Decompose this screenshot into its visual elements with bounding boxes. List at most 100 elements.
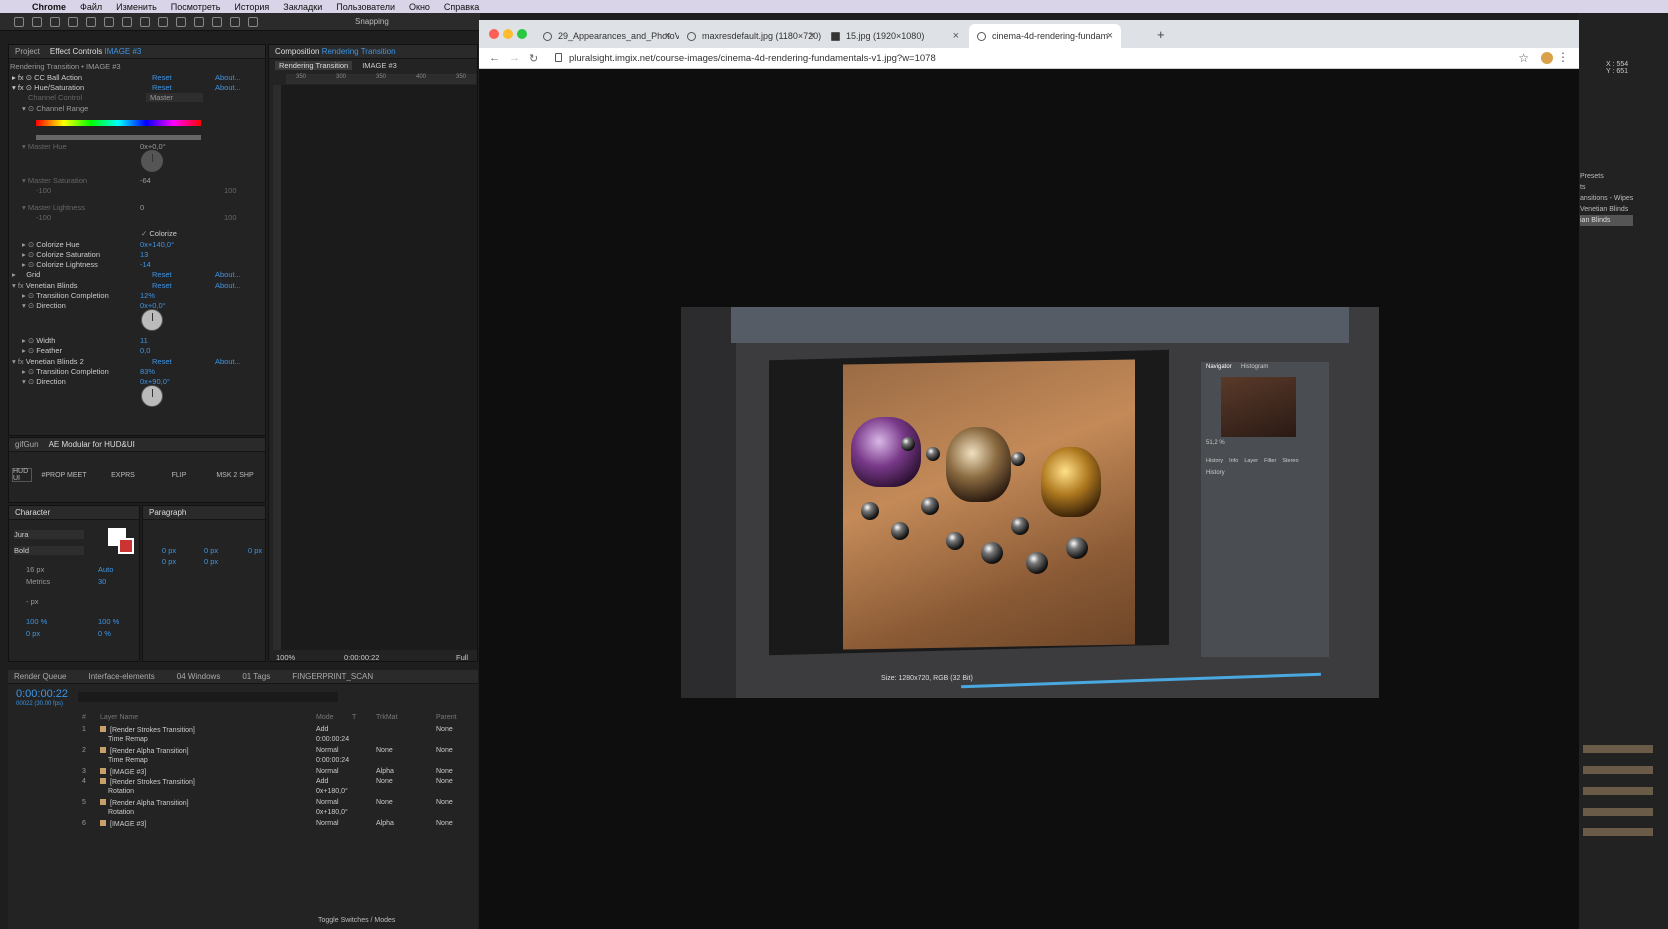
- menu-item-help[interactable]: Справка: [444, 2, 479, 12]
- vb-width-value[interactable]: 11: [140, 336, 148, 345]
- timeline-layer-bar[interactable]: [1583, 766, 1653, 774]
- tab-effect-controls[interactable]: Effect Controls IMAGE #3: [50, 47, 141, 56]
- pan-tool-icon[interactable]: [104, 17, 114, 27]
- reset-link[interactable]: Reset: [152, 73, 172, 82]
- timeline-layer-bar[interactable]: [1583, 787, 1653, 795]
- colorize-hue-value[interactable]: 0x+140,0°: [140, 240, 174, 249]
- tab-composition[interactable]: Composition Rendering Transition: [275, 47, 396, 56]
- font-family-select[interactable]: Jura: [14, 530, 84, 539]
- menu-kebab-icon[interactable]: ⋮: [1557, 50, 1569, 64]
- close-tab-icon[interactable]: ×: [665, 30, 671, 42]
- forward-arrow-icon[interactable]: →: [509, 52, 520, 64]
- tab-fingerprint-scan[interactable]: FINGERPRINT_SCAN: [292, 672, 373, 681]
- effect-venetian-blinds-2[interactable]: ▾ fx Venetian Blinds 2 Reset About...: [12, 357, 262, 366]
- vb2-transition-completion-value[interactable]: 83%: [140, 367, 155, 376]
- tab-paragraph[interactable]: Paragraph: [149, 508, 186, 517]
- menu-item-history[interactable]: История: [234, 2, 269, 12]
- lock-icon[interactable]: [555, 53, 562, 62]
- menu-item-window[interactable]: Окно: [409, 2, 430, 12]
- browser-tab-3[interactable]: 15.jpg (1920×1080) ×: [823, 24, 967, 48]
- menu-item-edit[interactable]: Изменить: [116, 2, 157, 12]
- close-tab-icon[interactable]: ×: [809, 30, 815, 42]
- menu-app-name[interactable]: Chrome: [32, 2, 66, 12]
- channel-range-bar-2[interactable]: [36, 135, 201, 140]
- tab-interface-elements[interactable]: Interface-elements: [88, 672, 154, 681]
- preset-item[interactable]: Presets: [1580, 171, 1633, 182]
- maximize-window-icon[interactable]: [517, 29, 527, 39]
- rotate-tool-icon[interactable]: [68, 17, 78, 27]
- reload-icon[interactable]: ↻: [529, 52, 538, 65]
- type-tool-icon[interactable]: [158, 17, 168, 27]
- close-tab-icon[interactable]: ×: [953, 30, 959, 42]
- prop-meet-button[interactable]: #PROP MEET: [38, 468, 90, 482]
- hand-tool-icon[interactable]: [32, 17, 42, 27]
- browser-tab-2[interactable]: maxresdefault.jpg (1180×720) ×: [679, 24, 823, 48]
- toggle-switches-modes[interactable]: Toggle Switches / Modes: [318, 917, 395, 924]
- roto-tool-icon[interactable]: [230, 17, 240, 27]
- menu-item-view[interactable]: Посмотреть: [171, 2, 221, 12]
- snapping-label[interactable]: Snapping: [355, 17, 389, 26]
- vb-transition-completion-value[interactable]: 12%: [140, 291, 155, 300]
- vb-feather-value[interactable]: 0,0: [140, 346, 150, 355]
- minimize-window-icon[interactable]: [503, 29, 513, 39]
- tab-ae-modular[interactable]: AE Modular for HUD&UI: [49, 440, 135, 449]
- comp-breadcrumb-image[interactable]: IMAGE #3: [362, 61, 397, 70]
- channel-range-bar[interactable]: [36, 120, 201, 126]
- master-hue-dial[interactable]: [141, 150, 163, 172]
- effect-hue-saturation[interactable]: ▾ fx ⊙ Hue/Saturation Reset About...: [12, 83, 262, 92]
- timeline-search-input[interactable]: [78, 692, 338, 702]
- layer-row-5-rotation[interactable]: Rotation 0x+180,0°: [16, 807, 466, 818]
- effect-venetian-blinds[interactable]: ▾ fx Venetian Blinds Reset About...: [12, 281, 262, 290]
- preset-item-selected[interactable]: ian Blinds: [1580, 215, 1634, 226]
- tsume-field[interactable]: 0 %: [98, 629, 111, 638]
- eraser-tool-icon[interactable]: [212, 17, 222, 27]
- tab-render-queue[interactable]: Render Queue: [14, 672, 66, 681]
- kerning-field[interactable]: Metrics: [26, 577, 50, 586]
- back-arrow-icon[interactable]: ←: [489, 52, 500, 64]
- baseline-shift-field[interactable]: 0 px: [26, 629, 40, 638]
- browser-tab-1[interactable]: 29_Appearances_and_PhotoVi ×: [535, 24, 679, 48]
- reset-link[interactable]: Reset: [152, 83, 172, 92]
- tab-project[interactable]: Project: [15, 47, 40, 56]
- vb2-direction-dial[interactable]: [141, 385, 163, 407]
- stroke-width-field[interactable]: - px: [26, 597, 39, 606]
- tab-04-windows[interactable]: 04 Windows: [177, 672, 221, 681]
- selection-tool-icon[interactable]: [14, 17, 24, 27]
- tab-01-tags[interactable]: 01 Tags: [242, 672, 270, 681]
- colorize-checkbox[interactable]: ✓ Colorize: [141, 229, 177, 238]
- comp-breadcrumb-rendering[interactable]: Rendering Transition: [275, 61, 353, 70]
- font-style-select[interactable]: Bold: [14, 546, 84, 555]
- zoom-tool-icon[interactable]: [50, 17, 60, 27]
- composition-viewer[interactable]: [273, 85, 477, 650]
- hud-ui-button[interactable]: HUD UI: [12, 468, 32, 482]
- layer-row-4-rotation[interactable]: Rotation 0x+180,0°: [16, 786, 466, 797]
- timeline-layer-bar[interactable]: [1583, 745, 1653, 753]
- new-tab-button[interactable]: +: [1157, 27, 1165, 42]
- indent-first-field[interactable]: 0 px: [248, 546, 262, 555]
- zoom-select[interactable]: 100%: [276, 653, 295, 662]
- vb-direction-dial[interactable]: [141, 309, 163, 331]
- preset-item[interactable]: Venetian Blinds: [1580, 204, 1633, 215]
- space-after-field[interactable]: 0 px: [204, 557, 218, 566]
- layer-row-2-time-remap[interactable]: Time Remap 0:00:00:24: [16, 755, 466, 766]
- exprs-button[interactable]: EXPRS: [100, 468, 146, 482]
- profile-avatar[interactable]: [1541, 52, 1553, 64]
- clone-tool-icon[interactable]: [194, 17, 204, 27]
- browser-tab-4-active[interactable]: cinema-4d-rendering-fundam ×: [969, 24, 1121, 48]
- preset-item[interactable]: ts: [1580, 182, 1633, 193]
- layer-row-1-time-remap[interactable]: Time Remap 0:00:00:24: [16, 734, 466, 745]
- menu-item-bookmarks[interactable]: Закладки: [283, 2, 322, 12]
- channel-control-select[interactable]: Master: [146, 93, 203, 102]
- colorize-saturation-value[interactable]: 13: [140, 250, 148, 259]
- font-size-field[interactable]: 16 px: [26, 565, 44, 574]
- space-before-field[interactable]: 0 px: [162, 557, 176, 566]
- about-link[interactable]: About...: [215, 73, 241, 82]
- address-bar[interactable]: pluralsight.imgix.net/course-images/cine…: [569, 53, 936, 64]
- flip-button[interactable]: FLIP: [156, 468, 202, 482]
- menu-item-file[interactable]: Файл: [80, 2, 102, 12]
- close-window-icon[interactable]: [489, 29, 499, 39]
- layer-row-6[interactable]: 6 [IMAGE #3] Normal Alpha None: [16, 818, 466, 829]
- menu-item-users[interactable]: Пользователи: [336, 2, 395, 12]
- tracking-field[interactable]: 30: [98, 577, 106, 586]
- bookmark-star-icon[interactable]: ☆: [1518, 51, 1529, 65]
